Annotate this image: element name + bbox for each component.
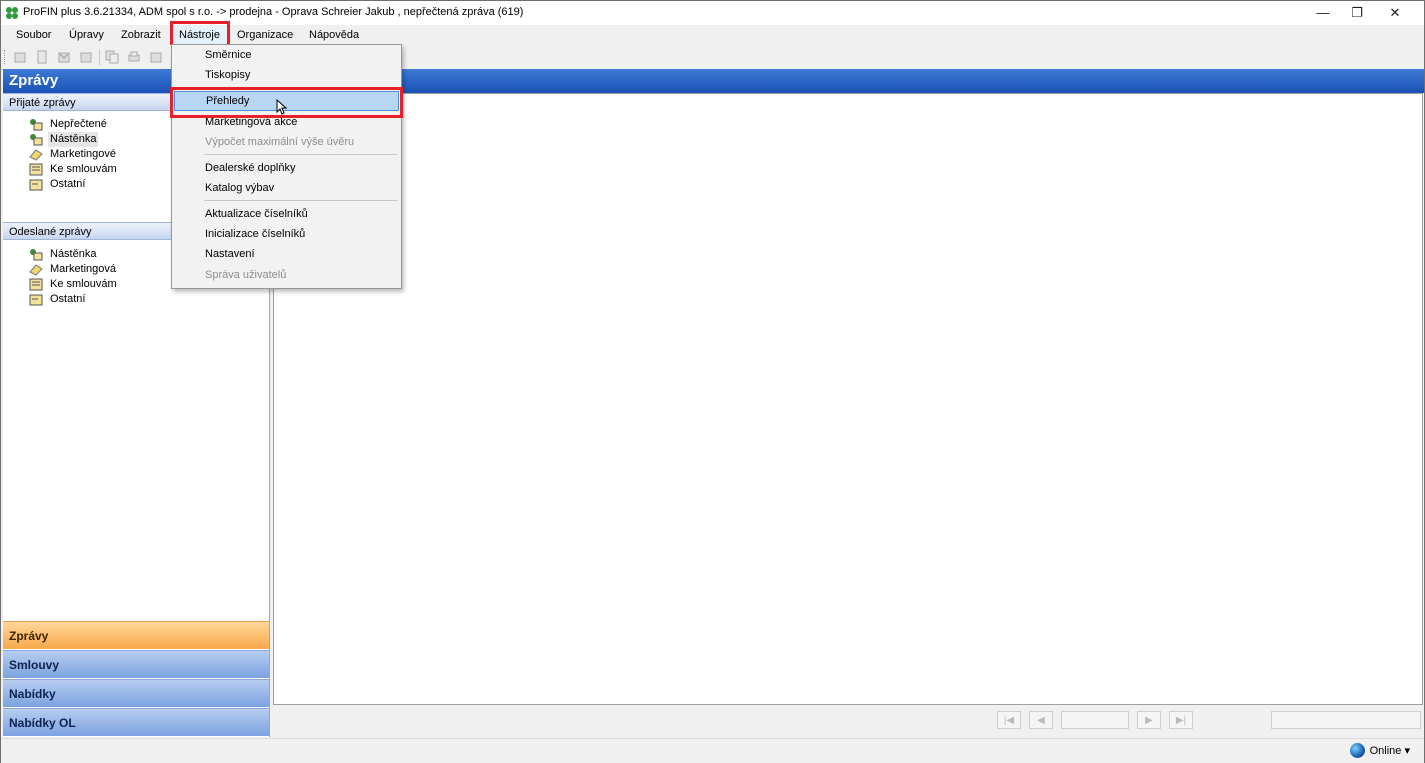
- main-header-bar: [271, 69, 1424, 93]
- new-message-icon[interactable]: [13, 50, 27, 64]
- pager-page-field[interactable]: [1061, 711, 1129, 729]
- pager-last-button[interactable]: ▶|: [1169, 711, 1193, 729]
- close-button[interactable]: ✕: [1375, 1, 1415, 25]
- profin-logo-icon: [6, 7, 18, 19]
- nav-button-contracts[interactable]: Smlouvy: [3, 650, 269, 678]
- forward-icon[interactable]: [79, 50, 93, 64]
- nav-button-messages[interactable]: Zprávy: [3, 621, 269, 649]
- archive-icon[interactable]: [149, 50, 163, 64]
- pager-first-button[interactable]: |◀: [997, 711, 1021, 729]
- copy-icon[interactable]: [105, 50, 119, 64]
- title-bar: ProFIN plus 3.6.21334, ADM spol s r.o. -…: [1, 1, 1424, 25]
- menu-napoveda[interactable]: Nápověda: [303, 25, 365, 45]
- menu-item-aktualizace-ciselniku[interactable]: Aktualizace číselníků: [174, 204, 399, 224]
- menu-zobrazit[interactable]: Zobrazit: [115, 25, 167, 45]
- print-icon[interactable]: [127, 50, 141, 64]
- main-content-area[interactable]: [273, 93, 1423, 705]
- online-status-dropdown[interactable]: Online ▾: [1349, 743, 1410, 759]
- globe-icon: [1349, 743, 1365, 758]
- online-status-label: Online ▾: [1369, 745, 1410, 757]
- menu-nastroje[interactable]: Nástroje: [173, 25, 226, 45]
- board-icon: [30, 249, 43, 261]
- tree-item-label: Nepřečtené: [50, 118, 107, 130]
- menu-upravy[interactable]: Úpravy: [63, 25, 110, 45]
- nastroje-dropdown-menu: Směrnice Tiskopisy Přehledy Marketingová…: [171, 44, 402, 289]
- nav-button-offers[interactable]: Nabídky: [3, 679, 269, 707]
- menu-item-tiskopisy[interactable]: Tiskopisy: [174, 65, 399, 85]
- menu-item-katalog-vybav[interactable]: Katalog výbav: [174, 178, 399, 198]
- tree-item-label: Ke smlouvám: [50, 163, 117, 175]
- pager-next-button[interactable]: ▶: [1137, 711, 1161, 729]
- tree-item-label: Nástěnka: [50, 248, 97, 260]
- menu-item-smernice[interactable]: Směrnice: [174, 45, 399, 65]
- menu-item-dealerske-doplnky[interactable]: Dealerské doplňky: [174, 158, 399, 178]
- maximize-button[interactable]: ❐: [1337, 1, 1377, 25]
- tree-item-label: Nástěnka: [48, 132, 99, 147]
- menu-item-inicializace-ciselniku[interactable]: Inicializace číselníků: [174, 224, 399, 244]
- menu-soubor[interactable]: Soubor: [10, 25, 57, 45]
- menu-separator: [204, 154, 397, 155]
- menu-item-marketingova-akce[interactable]: Marketingová akce: [174, 112, 399, 132]
- tree-item-label: Marketingová: [50, 263, 117, 275]
- pager-info-field: [1271, 711, 1421, 729]
- tree-item-label: Ostatní: [50, 293, 86, 305]
- unread-message-icon: [30, 119, 43, 131]
- menu-separator: [204, 200, 397, 201]
- toolbar-separator: [99, 49, 100, 65]
- menu-item-nastaveni[interactable]: Nastavení: [174, 244, 399, 264]
- marketing-icon: [29, 149, 43, 161]
- status-bar: Online ▾: [1, 738, 1424, 763]
- other-icon: [29, 179, 43, 191]
- reply-icon[interactable]: [57, 50, 71, 64]
- nav-button-offers-ol[interactable]: Nabídky OL: [3, 708, 269, 736]
- application-window: ProFIN plus 3.6.21334, ADM spol s r.o. -…: [0, 0, 1425, 763]
- pager: |◀ ◀ ▶ ▶|: [273, 705, 1424, 735]
- menu-item-vypocet-uveru[interactable]: Výpočet maximální výše úvěru: [174, 132, 399, 152]
- tree-item-label: Ke smlouvám: [50, 278, 117, 290]
- tree-item-label: Ostatní: [50, 178, 86, 190]
- marketing-icon: [29, 264, 43, 276]
- contracts-icon: [29, 163, 43, 176]
- menu-item-sprava-uzivatelu[interactable]: Správa uživatelů: [174, 265, 399, 285]
- board-icon: [30, 134, 43, 146]
- contracts-icon: [29, 278, 43, 291]
- menu-bar: Soubor Úpravy Zobrazit Nástroje Organiza…: [1, 25, 1424, 45]
- pager-prev-button[interactable]: ◀: [1029, 711, 1053, 729]
- toolbar-grip[interactable]: [4, 50, 8, 64]
- window-title: ProFIN plus 3.6.21334, ADM spol s r.o. -…: [23, 6, 524, 18]
- mouse-cursor-icon: [276, 99, 288, 115]
- document-icon[interactable]: [35, 50, 49, 64]
- other-icon: [29, 294, 43, 306]
- menu-organizace[interactable]: Organizace: [231, 25, 299, 45]
- menu-separator: [204, 87, 397, 88]
- tree-item-label: Marketingové: [50, 148, 117, 160]
